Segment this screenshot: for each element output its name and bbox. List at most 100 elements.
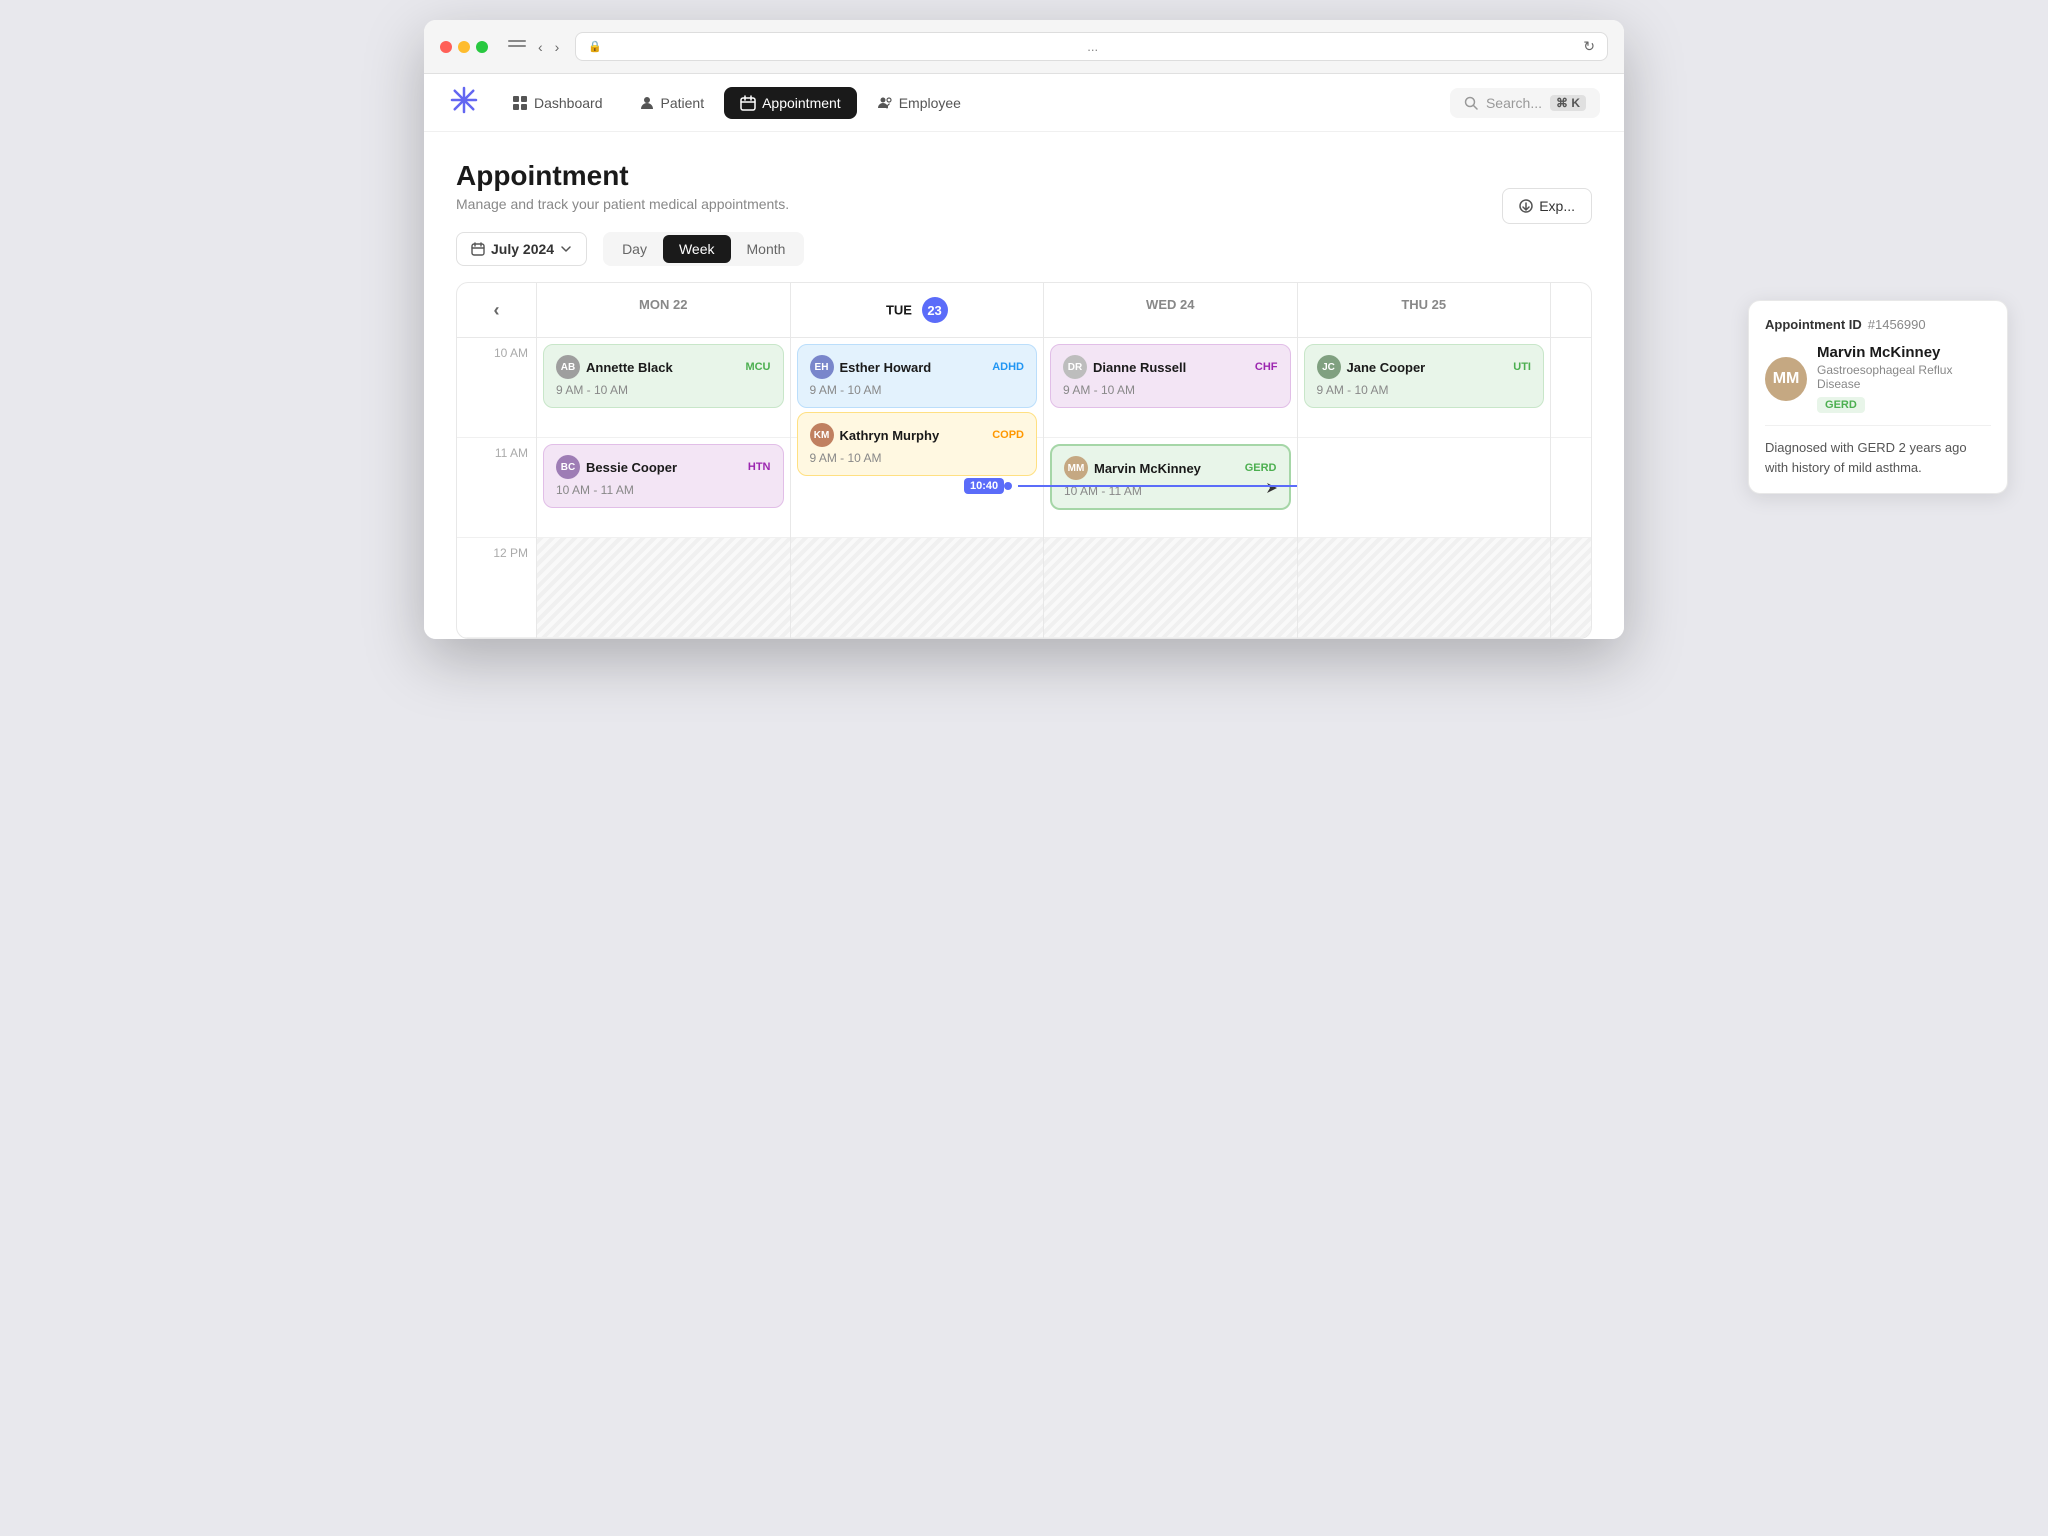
- day-cell-mon22-11am[interactable]: BC Bessie Cooper HTN 10 AM - 11 AM: [537, 438, 790, 538]
- day-header-tue23: TUE 23: [791, 283, 1045, 337]
- nav-label-appointment: Appointment: [762, 95, 841, 111]
- day-column-thu25: JC Jane Cooper UTI 9 AM - 10 AM: [1298, 338, 1552, 638]
- page-title: Appointment: [456, 160, 1592, 192]
- app-window: ‹ › 🔒 ... ↻ Dashboard: [424, 20, 1624, 639]
- appt-card-annette-black[interactable]: AB Annette Black MCU 9 AM - 10 AM: [543, 344, 784, 408]
- view-day-button[interactable]: Day: [606, 235, 663, 263]
- calendar-grid: ‹ MON 22 TUE 23 WED 24 THU 25 10 AM 11 A…: [456, 282, 1592, 639]
- export-icon: [1519, 199, 1533, 213]
- current-month: July 2024: [491, 241, 554, 257]
- day-cell-extra-10am: [1551, 338, 1591, 438]
- avatar-dianne: DR: [1063, 355, 1087, 379]
- appt-card-esther-howard[interactable]: EH Esther Howard ADHD 9 AM - 10 AM: [797, 344, 1038, 408]
- browser-nav: ‹ ›: [534, 37, 563, 57]
- day-header-thu25: THU 25: [1298, 283, 1552, 337]
- export-button[interactable]: Exp...: [1502, 188, 1592, 224]
- time-slot-11am: 11 AM: [457, 438, 536, 538]
- avatar-annette: AB: [556, 355, 580, 379]
- time-column: 10 AM 11 AM 12 PM: [457, 338, 537, 638]
- tag-gerd: GERD: [1245, 461, 1277, 475]
- patient-name-dianne: Dianne Russell: [1093, 360, 1186, 375]
- back-arrow[interactable]: ‹: [534, 37, 547, 57]
- time-indicator: 10:40: [964, 478, 1297, 494]
- avatar-esther: EH: [810, 355, 834, 379]
- view-switcher: Day Week Month: [603, 232, 804, 266]
- traffic-lights: [440, 41, 488, 53]
- patient-name-annette: Annette Black: [586, 360, 673, 375]
- patient-name-esther: Esther Howard: [840, 360, 932, 375]
- day-cell-tue23-10am[interactable]: EH Esther Howard ADHD 9 AM - 10 AM KM: [791, 338, 1044, 438]
- nav-item-dashboard[interactable]: Dashboard: [496, 87, 619, 119]
- minimize-button[interactable]: [458, 41, 470, 53]
- month-selector[interactable]: July 2024: [456, 232, 587, 266]
- day-cell-wed24-12pm: [1044, 538, 1297, 638]
- day-cell-thu25-10am[interactable]: JC Jane Cooper UTI 9 AM - 10 AM: [1298, 338, 1551, 438]
- nav-bar: Dashboard Patient Appointment Employee: [424, 74, 1624, 132]
- reload-button[interactable]: ↻: [1583, 38, 1595, 55]
- address-bar[interactable]: 🔒 ... ↻: [575, 32, 1608, 61]
- day-cell-wed24-10am[interactable]: DR Dianne Russell CHF 9 AM - 10 AM: [1044, 338, 1297, 438]
- avatar-jane: JC: [1317, 355, 1341, 379]
- day-cell-extra-12pm: [1551, 538, 1591, 638]
- appt-time-bessie: 10 AM - 11 AM: [556, 483, 771, 497]
- logo[interactable]: [448, 84, 480, 121]
- patient-name-bessie: Bessie Cooper: [586, 460, 677, 475]
- close-button[interactable]: [440, 41, 452, 53]
- appt-card-marvin-mckinney[interactable]: MM Marvin McKinney GERD 10 AM - 11 AM: [1050, 444, 1291, 510]
- tag-adhd: ADHD: [992, 360, 1024, 374]
- today-badge: 23: [922, 297, 948, 323]
- tag-htn: HTN: [748, 460, 771, 474]
- tag-chf: CHF: [1255, 360, 1278, 374]
- calendar-back-button[interactable]: ‹: [457, 283, 537, 337]
- day-header-mon22: MON 22: [537, 283, 791, 337]
- appt-time-jane: 9 AM - 10 AM: [1317, 383, 1532, 397]
- calendar-body: 10 AM 11 AM 12 PM AB Annette Black: [457, 338, 1591, 638]
- title-bar: ‹ › 🔒 ... ↻: [424, 20, 1624, 74]
- calendar-controls: July 2024 Day Week Month: [456, 232, 1592, 282]
- nav-item-appointment[interactable]: Appointment: [724, 87, 857, 119]
- tag-uti: UTI: [1513, 360, 1531, 374]
- time-indicator-label: 10:40: [964, 478, 1004, 494]
- lock-icon: 🔒: [588, 40, 602, 53]
- time-slot-12pm: 12 PM: [457, 538, 536, 638]
- patient-name-marvin: Marvin McKinney: [1094, 461, 1201, 476]
- maximize-button[interactable]: [476, 41, 488, 53]
- time-slot-10am: 10 AM: [457, 338, 536, 438]
- chevron-down-icon: [560, 243, 572, 255]
- page-header: Appointment Manage and track your patien…: [456, 160, 1592, 212]
- keyboard-shortcut: ⌘ K: [1550, 95, 1586, 111]
- calendar-icon: [471, 242, 485, 256]
- appt-card-dianne-russell[interactable]: DR Dianne Russell CHF 9 AM - 10 AM: [1050, 344, 1291, 408]
- nav-item-employee[interactable]: Employee: [861, 87, 977, 119]
- time-indicator-line: [1018, 485, 1296, 487]
- day-header-wed24: WED 24: [1044, 283, 1298, 337]
- appt-card-jane-cooper[interactable]: JC Jane Cooper UTI 9 AM - 10 AM: [1304, 344, 1545, 408]
- day-column-extra: [1551, 338, 1591, 638]
- main-content: Appointment Manage and track your patien…: [424, 132, 1624, 639]
- sidebar-toggle[interactable]: [508, 40, 526, 54]
- appt-time-esther: 9 AM - 10 AM: [810, 383, 1025, 397]
- time-indicator-dot: [1004, 482, 1012, 490]
- appt-time-annette: 9 AM - 10 AM: [556, 383, 771, 397]
- day-cell-mon22-10am[interactable]: AB Annette Black MCU 9 AM - 10 AM: [537, 338, 790, 438]
- day-column-mon22: AB Annette Black MCU 9 AM - 10 AM: [537, 338, 791, 638]
- title-bar-controls: ‹ ›: [508, 37, 563, 57]
- day-column-wed24: DR Dianne Russell CHF 9 AM - 10 AM: [1044, 338, 1298, 638]
- page-subtitle: Manage and track your patient medical ap…: [456, 196, 1592, 212]
- day-cell-mon22-12pm: [537, 538, 790, 638]
- forward-arrow[interactable]: ›: [551, 37, 564, 57]
- nav-label-patient: Patient: [661, 95, 705, 111]
- day-cell-wed24-11am[interactable]: MM Marvin McKinney GERD 10 AM - 11 AM: [1044, 438, 1297, 538]
- tag-mcu: MCU: [745, 360, 770, 374]
- day-cell-thu25-12pm: [1298, 538, 1551, 638]
- nav-label-dashboard: Dashboard: [534, 95, 603, 111]
- address-text: ...: [608, 39, 1577, 54]
- view-week-button[interactable]: Week: [663, 235, 731, 263]
- day-cell-tue23-12pm: [791, 538, 1044, 638]
- appt-card-bessie-cooper[interactable]: BC Bessie Cooper HTN 10 AM - 11 AM: [543, 444, 784, 508]
- view-month-button[interactable]: Month: [731, 235, 802, 263]
- search-bar[interactable]: Search... ⌘ K: [1450, 88, 1600, 118]
- nav-item-patient[interactable]: Patient: [623, 87, 721, 119]
- nav-label-employee: Employee: [899, 95, 961, 111]
- patient-name-jane: Jane Cooper: [1347, 360, 1426, 375]
